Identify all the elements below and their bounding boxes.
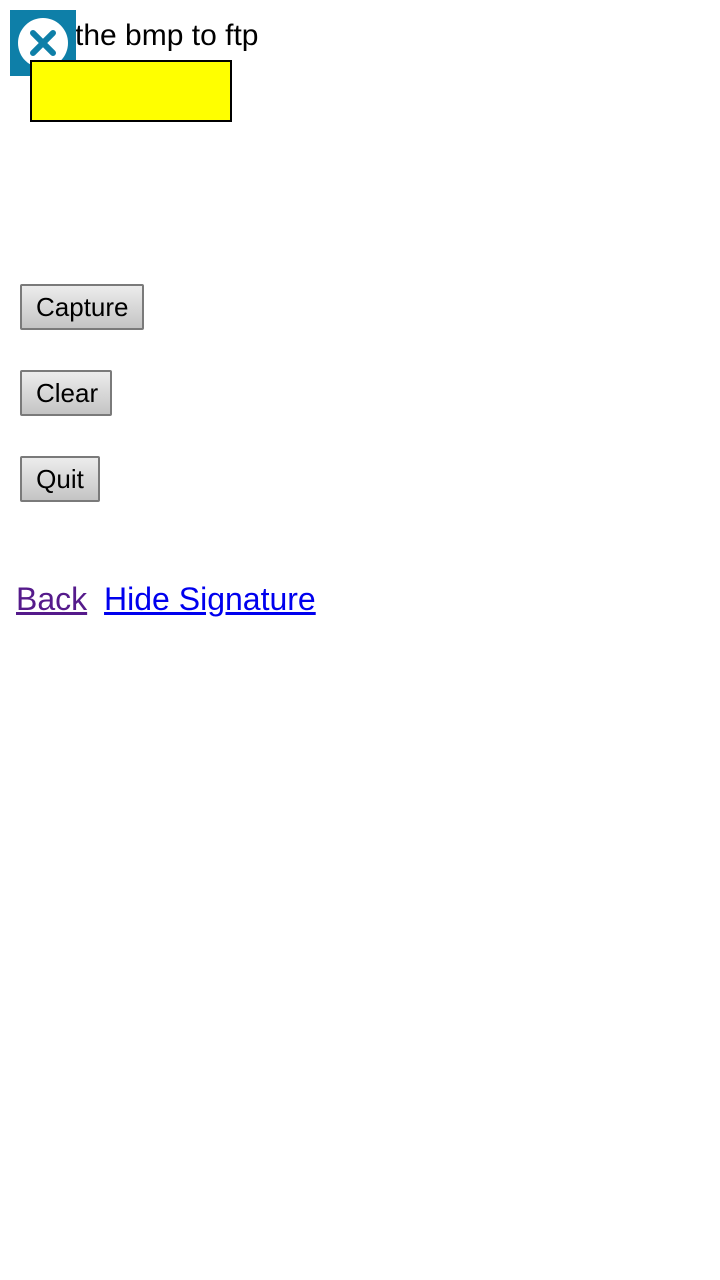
clear-button[interactable]: Clear	[20, 370, 112, 416]
quit-button[interactable]: Quit	[20, 456, 100, 502]
capture-button[interactable]: Capture	[20, 284, 144, 330]
link-bar: Back Hide Signature	[16, 578, 316, 620]
page: d the bmp to ftp Capture Clear Quit Back…	[0, 0, 720, 1280]
page-heading: d the bmp to ftp	[50, 19, 259, 52]
hide-signature-link[interactable]: Hide Signature	[104, 581, 316, 617]
signature-pad[interactable]	[30, 60, 232, 122]
back-link[interactable]: Back	[16, 581, 87, 617]
